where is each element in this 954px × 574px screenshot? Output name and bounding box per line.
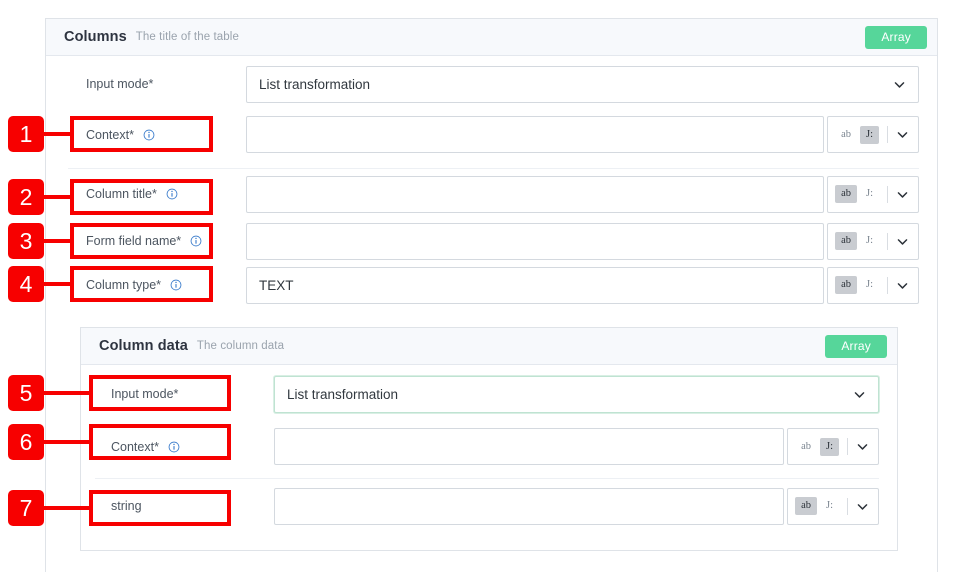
toggle-separator <box>847 497 848 515</box>
label-inner-context: Context* <box>111 440 274 454</box>
input-group-inner-context: ab J: <box>274 428 879 465</box>
mode-toggle-context: ab J: <box>827 116 919 153</box>
mode-ab-button[interactable]: ab <box>835 185 857 203</box>
inner-panel-title: Column data <box>99 338 188 354</box>
input-group-column-type: TEXT ab J: <box>246 266 919 304</box>
annotation-badge-3: 3 <box>8 223 44 259</box>
mode-toggle-column-type: ab J: <box>827 266 919 304</box>
column-data-panel: Column data The column data Array Input … <box>80 327 898 551</box>
label-context: Context* <box>86 128 246 142</box>
chevron-down-icon <box>894 81 905 88</box>
chevron-down-icon[interactable] <box>856 440 869 453</box>
column-data-panel-body: Input mode* List transformation Context* <box>81 365 897 533</box>
label-column-title: Column title* <box>86 187 246 201</box>
context-input[interactable] <box>246 116 825 153</box>
annotation-badge-6: 6 <box>8 424 44 460</box>
label-form-field-name: Form field name* <box>86 234 246 248</box>
mode-ab-button[interactable]: ab <box>835 276 857 294</box>
annotation-badge-4: 4 <box>8 266 44 302</box>
mode-ab-button[interactable]: ab <box>795 438 817 456</box>
info-icon[interactable] <box>143 129 155 141</box>
row-label-text: Column title* <box>86 187 157 201</box>
inner-string-input[interactable] <box>274 487 785 525</box>
row-input-mode: Input mode* List transformation <box>46 56 937 112</box>
toggle-separator <box>887 232 888 250</box>
input-group-inner-string: ab J: <box>274 487 879 525</box>
select-inner-input-mode[interactable]: List transformation <box>274 375 879 413</box>
row-column-type: Column type* TEXT ab J: <box>46 263 937 307</box>
annotation-badge-5: 5 <box>8 375 44 411</box>
mode-ab-button[interactable]: ab <box>835 126 857 144</box>
page-title: Columns <box>64 29 127 45</box>
label-inner-string: string <box>111 499 274 513</box>
mode-toggle-form-field-name: ab J: <box>827 222 919 260</box>
row-column-title: Column title* ab J: <box>46 169 937 219</box>
inner-array-type-badge[interactable]: Array <box>825 334 887 358</box>
input-group-column-title: ab J: <box>246 175 919 213</box>
select-value: List transformation <box>287 386 399 402</box>
select-input-mode[interactable]: List transformation <box>246 65 919 103</box>
info-icon[interactable] <box>166 188 178 200</box>
chevron-down-icon[interactable] <box>896 128 909 141</box>
chevron-down-icon[interactable] <box>896 235 909 248</box>
panel-subtitle: The title of the table <box>135 31 239 43</box>
row-form-field-name: Form field name* ab J: <box>46 219 937 263</box>
array-type-badge[interactable]: Array <box>865 25 927 49</box>
annotation-badge-2: 2 <box>8 179 44 215</box>
label-input-mode: Input mode* <box>86 77 246 91</box>
chevron-down-icon[interactable] <box>896 188 909 201</box>
mode-ab-button[interactable]: ab <box>795 497 817 515</box>
input-group-context: ab J: <box>246 116 919 153</box>
input-group-form-field-name: ab J: <box>246 222 919 260</box>
column-type-input[interactable]: TEXT <box>246 266 825 304</box>
row-label-text: string <box>111 499 142 513</box>
mode-json-button[interactable]: J: <box>859 125 879 144</box>
mode-toggle-column-title: ab J: <box>827 175 919 213</box>
chevron-down-icon[interactable] <box>856 500 869 513</box>
toggle-separator <box>887 126 888 143</box>
mode-toggle-inner-context: ab J: <box>787 428 879 465</box>
row-label-text: Form field name* <box>86 234 182 248</box>
chevron-down-icon <box>854 391 865 398</box>
annotation-badge-7: 7 <box>8 490 44 526</box>
row-label-text: Input mode* <box>111 387 179 401</box>
row-inner-context: Context* ab J: <box>81 423 897 470</box>
inner-context-input[interactable] <box>274 428 785 465</box>
row-context: Context* ab J: <box>46 112 937 157</box>
mode-json-button[interactable]: J: <box>860 185 879 203</box>
info-icon[interactable] <box>190 235 202 247</box>
chevron-down-icon[interactable] <box>896 279 909 292</box>
row-label-text: Context* <box>111 439 159 454</box>
toggle-separator <box>887 276 888 294</box>
inner-panel-subtitle: The column data <box>196 340 285 352</box>
row-label-text: Input mode* <box>86 77 154 91</box>
annotation-badge-1: 1 <box>8 116 44 152</box>
info-icon[interactable] <box>168 441 180 453</box>
column-data-panel-header: Column data The column data Array <box>81 328 897 365</box>
row-label-text: Context* <box>86 127 134 142</box>
label-column-type: Column type* <box>86 278 246 292</box>
toggle-separator <box>847 438 848 455</box>
mode-json-button[interactable]: J: <box>820 497 839 515</box>
mode-ab-button[interactable]: ab <box>835 232 857 250</box>
row-inner-string: string ab J: <box>81 479 897 533</box>
mode-json-button[interactable]: J: <box>860 276 879 294</box>
select-value: List transformation <box>259 76 371 92</box>
mode-json-button[interactable]: J: <box>860 232 879 250</box>
column-title-input[interactable] <box>246 175 825 213</box>
label-inner-input-mode: Input mode* <box>111 387 274 401</box>
row-label-text: Column type* <box>86 278 162 292</box>
row-inner-input-mode: Input mode* List transformation <box>81 365 897 423</box>
mode-json-button[interactable]: J: <box>819 437 839 456</box>
columns-panel-body: Input mode* List transformation Context* <box>46 56 937 307</box>
mode-toggle-inner-string: ab J: <box>787 487 879 525</box>
columns-panel-header: Columns The title of the table Array <box>46 19 937 56</box>
info-icon[interactable] <box>170 279 182 291</box>
toggle-separator <box>887 185 888 203</box>
form-field-name-input[interactable] <box>246 222 825 260</box>
